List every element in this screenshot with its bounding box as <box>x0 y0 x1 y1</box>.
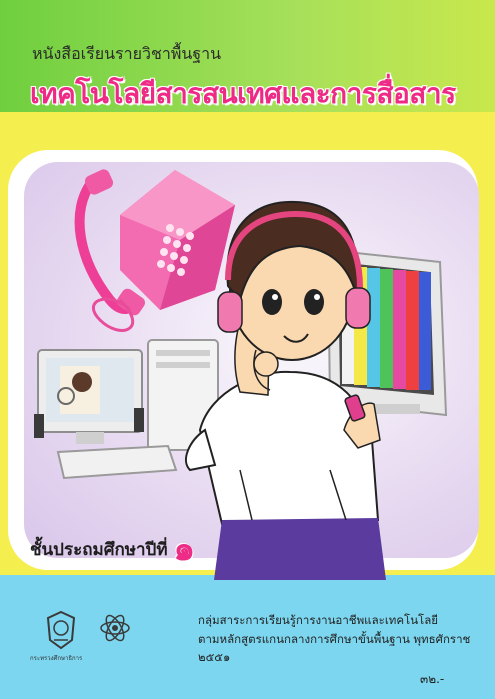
curriculum-line: ตามหลักสูตรแกนกลางการศึกษาขั้นพื้นฐาน พุ… <box>198 632 471 664</box>
book-cover: หนังสือเรียนรายวิชาพื้นฐาน เทคโนโลยีสารส… <box>0 0 495 699</box>
grade-number: ๑ <box>173 529 196 569</box>
price-label: ๓๒.- <box>420 672 445 686</box>
learning-group-line: กลุ่มสาระการเรียนรู้การงานอาชีพและเทคโนโ… <box>198 613 439 627</box>
grade-line: ชั้นประถมศึกษาปีที่ ๑ <box>30 532 195 566</box>
publisher-emblem-icon <box>100 614 130 642</box>
cover-illustration <box>34 169 448 580</box>
ministry-seal-icon <box>46 610 76 650</box>
ministry-label: กระทรวงศึกษาธิการ <box>30 655 83 662</box>
telephone-illustration <box>74 169 235 332</box>
grade-label: ชั้นประถมศึกษาปีที่ <box>30 539 168 560</box>
